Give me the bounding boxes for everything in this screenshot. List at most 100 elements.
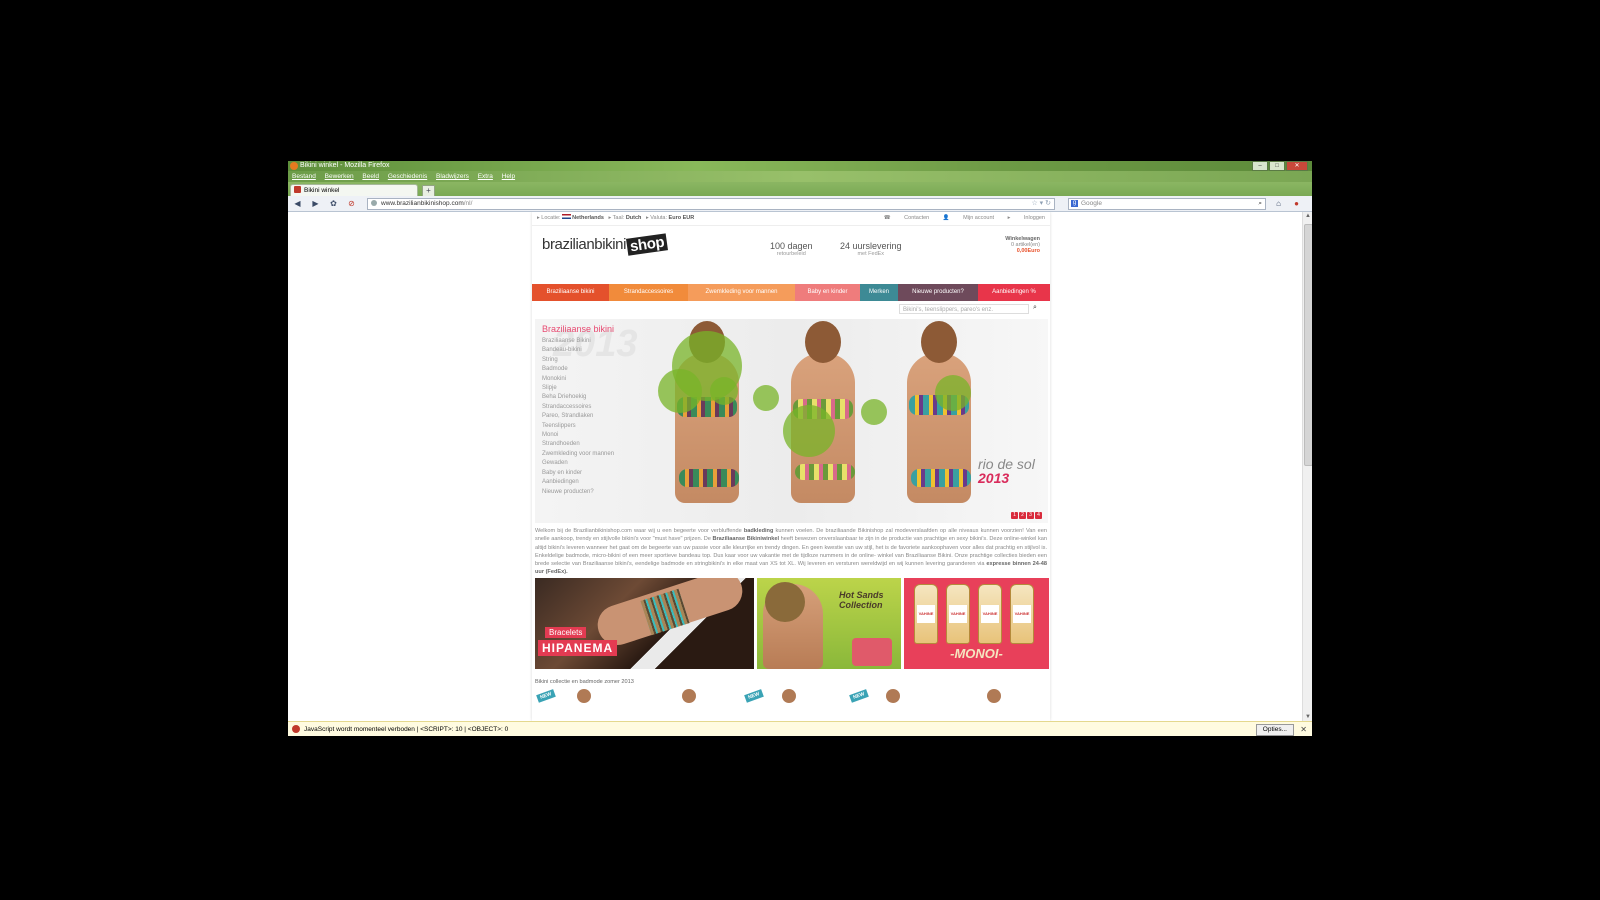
scroll-up-icon[interactable]: ▲	[1305, 213, 1311, 219]
close-window-button[interactable]: ✕	[1286, 161, 1308, 171]
category-pareo-strandlaken[interactable]: Pareo, Strandlaken	[542, 412, 614, 421]
address-bar[interactable]: www.brazilianbikinishop.com/nl/ ☆ ▾ ↻	[367, 198, 1055, 210]
site-logo[interactable]: brazilianbikini shop	[542, 233, 669, 256]
menu-extra[interactable]: Extra	[478, 171, 493, 182]
bottle-label: VAHINE	[949, 605, 967, 623]
bookmark-star-icon[interactable]: ☆ ▾ ↻	[1031, 199, 1051, 209]
options-button[interactable]: Opties...	[1255, 724, 1294, 736]
mijn-account-link[interactable]: 👤 Mijn account	[943, 215, 994, 221]
netherlands-flag-icon	[562, 214, 572, 219]
banner-bracelets[interactable]: Bracelets HIPANEMA	[535, 578, 754, 669]
slider-dot-4[interactable]: 4	[1035, 512, 1042, 519]
contacten-label: Contacten	[904, 215, 930, 221]
home-icon[interactable]: ⌂	[1273, 198, 1284, 209]
category-menu: Braziliaanse bikini Braziliaanse Bikini …	[542, 324, 614, 497]
site-search-input[interactable]: Bikini's, teenslippers, pareo's enz.	[899, 304, 1029, 314]
category-beha-driehoekig[interactable]: Beha Driehoekig	[542, 393, 614, 402]
scrollbar-thumb[interactable]	[1304, 224, 1312, 466]
vertical-scrollbar[interactable]: ▲ ▼	[1302, 212, 1312, 721]
close-notification-icon[interactable]: ✕	[1300, 722, 1307, 736]
product-thumb[interactable]	[682, 689, 696, 703]
hero-banner[interactable]: 2013 Braziliaanse bikini Braziliaanse Bi…	[535, 319, 1048, 523]
banner-monoi[interactable]: VAHINE VAHINE VAHINE VAHINE -MONOI-	[904, 578, 1049, 669]
new-badge: NEW	[536, 689, 556, 703]
site-search-icon[interactable]: ⌕	[1033, 304, 1037, 312]
category-badmode[interactable]: Badmode	[542, 365, 614, 374]
slider-dot-2[interactable]: 2	[1019, 512, 1026, 519]
category-baby-en-kinder[interactable]: Baby en kinder	[542, 469, 614, 478]
forward-icon[interactable]: ▶	[310, 198, 321, 209]
menu-bestand[interactable]: Bestand	[292, 171, 316, 182]
search-placeholder: Google	[1081, 200, 1102, 207]
heatmap-spot	[861, 399, 887, 425]
url-host: www.brazilianbikinishop.com	[381, 200, 464, 207]
noscript-icon[interactable]: ⊘	[346, 198, 357, 209]
category-monokini[interactable]: Monokini	[542, 375, 614, 384]
logo-shop: shop	[626, 233, 669, 256]
menu-geschiedenis[interactable]: Geschiedenis	[388, 171, 427, 182]
currency-value[interactable]: Euro EUR	[669, 215, 695, 221]
category-strandaccessoires[interactable]: Strandaccessoires	[542, 403, 614, 412]
category-heading[interactable]: Braziliaanse bikini	[542, 324, 614, 334]
menu-bewerken[interactable]: Bewerken	[325, 171, 354, 182]
site-favicon-icon	[294, 186, 301, 193]
category-slipje[interactable]: Slipje	[542, 384, 614, 393]
locale-settings: ▸ Locatie: Netherlands ▸ Taal: Dutch ▸ V…	[537, 214, 695, 221]
inloggen-label: Inloggen	[1023, 215, 1045, 221]
bottle-image: VAHINE	[914, 584, 938, 644]
usp-returns-title: 100 dagen	[770, 241, 813, 251]
category-zwemkleding-mannen[interactable]: Zwemkleding voor mannen	[542, 450, 614, 459]
location-value[interactable]: Netherlands	[572, 215, 604, 221]
nav-aanbiedingen[interactable]: Aanbiedingen %	[978, 284, 1050, 301]
nav-baby-en-kinder[interactable]: Baby en kinder	[795, 284, 860, 301]
slider-dot-1[interactable]: 1	[1011, 512, 1018, 519]
nav-braziliaanse-bikini[interactable]: Braziliaanse bikini	[532, 284, 609, 301]
category-gewaden[interactable]: Gewaden	[542, 459, 614, 468]
contacten-link[interactable]: ☎ Contacten	[884, 215, 929, 221]
product-thumb[interactable]	[987, 689, 1001, 703]
product-thumb[interactable]	[782, 689, 796, 703]
nav-nieuwe-producten[interactable]: Nieuwe producten?	[898, 284, 978, 301]
nav-merken[interactable]: Merken	[860, 284, 898, 301]
slider-dot-3[interactable]: 3	[1027, 512, 1034, 519]
category-teenslippers[interactable]: Teenslippers	[542, 422, 614, 431]
language-label: Taal:	[612, 215, 625, 221]
category-braziliaanse-bikini[interactable]: Braziliaanse Bikini	[542, 337, 614, 346]
category-aanbiedingen[interactable]: Aanbiedingen	[542, 478, 614, 487]
title-bar: Bikini winkel - Mozilla Firefox – □ ✕	[288, 161, 1312, 171]
scroll-down-icon[interactable]: ▼	[1305, 714, 1311, 720]
product-thumb[interactable]	[577, 689, 591, 703]
url-path: /nl/	[463, 200, 473, 207]
category-bandeau-bikini[interactable]: Bandeau-bikini	[542, 346, 614, 355]
site-container: ▸ Locatie: Netherlands ▸ Taal: Dutch ▸ V…	[532, 212, 1050, 721]
category-strandhoeden[interactable]: Strandhoeden	[542, 440, 614, 449]
maximize-button[interactable]: □	[1269, 161, 1285, 171]
shopping-cart[interactable]: Winkelwagen 0 artikel(en) 0,00Euro	[1005, 236, 1040, 254]
minimize-button[interactable]: –	[1252, 161, 1268, 171]
category-string[interactable]: String	[542, 356, 614, 365]
inloggen-link[interactable]: ▸ Inloggen	[1008, 215, 1045, 221]
account-links: ☎ Contacten 👤 Mijn account ▸ Inloggen	[872, 212, 1045, 225]
banner-hot-sands[interactable]: Hot Sands Collection	[757, 578, 901, 669]
menu-help[interactable]: Help	[502, 171, 515, 182]
menu-beeld[interactable]: Beeld	[362, 171, 379, 182]
language-value[interactable]: Dutch	[626, 215, 642, 221]
heatmap-spot	[753, 385, 779, 411]
slider-pagination: 1 2 3 4	[1011, 512, 1042, 519]
category-monoi[interactable]: Monoi	[542, 431, 614, 440]
adblock-icon[interactable]: ●	[1291, 198, 1302, 209]
category-nieuwe-producten[interactable]: Nieuwe producten?	[542, 488, 614, 497]
section-title: Bikini collectie en badmode zomer 2013	[535, 679, 634, 685]
menu-bladwijzers[interactable]: Bladwijzers	[436, 171, 469, 182]
main-navigation: Braziliaanse bikini Strandaccessoires Zw…	[532, 284, 1050, 301]
nav-zwemkleding-mannen[interactable]: Zwemkleding voor mannen	[688, 284, 795, 301]
search-icon[interactable]: ⌕	[1258, 199, 1262, 209]
intro-bold-1: badkleding	[743, 528, 774, 534]
product-thumb[interactable]	[886, 689, 900, 703]
search-box[interactable]: g Google ⌕	[1068, 198, 1266, 210]
nav-strandaccessoires[interactable]: Strandaccessoires	[609, 284, 688, 301]
window-controls: – □ ✕	[1252, 161, 1308, 171]
bottle-image: VAHINE	[1010, 584, 1034, 644]
addon-icon[interactable]: ✿	[328, 198, 339, 209]
back-icon[interactable]: ◀	[292, 198, 303, 209]
